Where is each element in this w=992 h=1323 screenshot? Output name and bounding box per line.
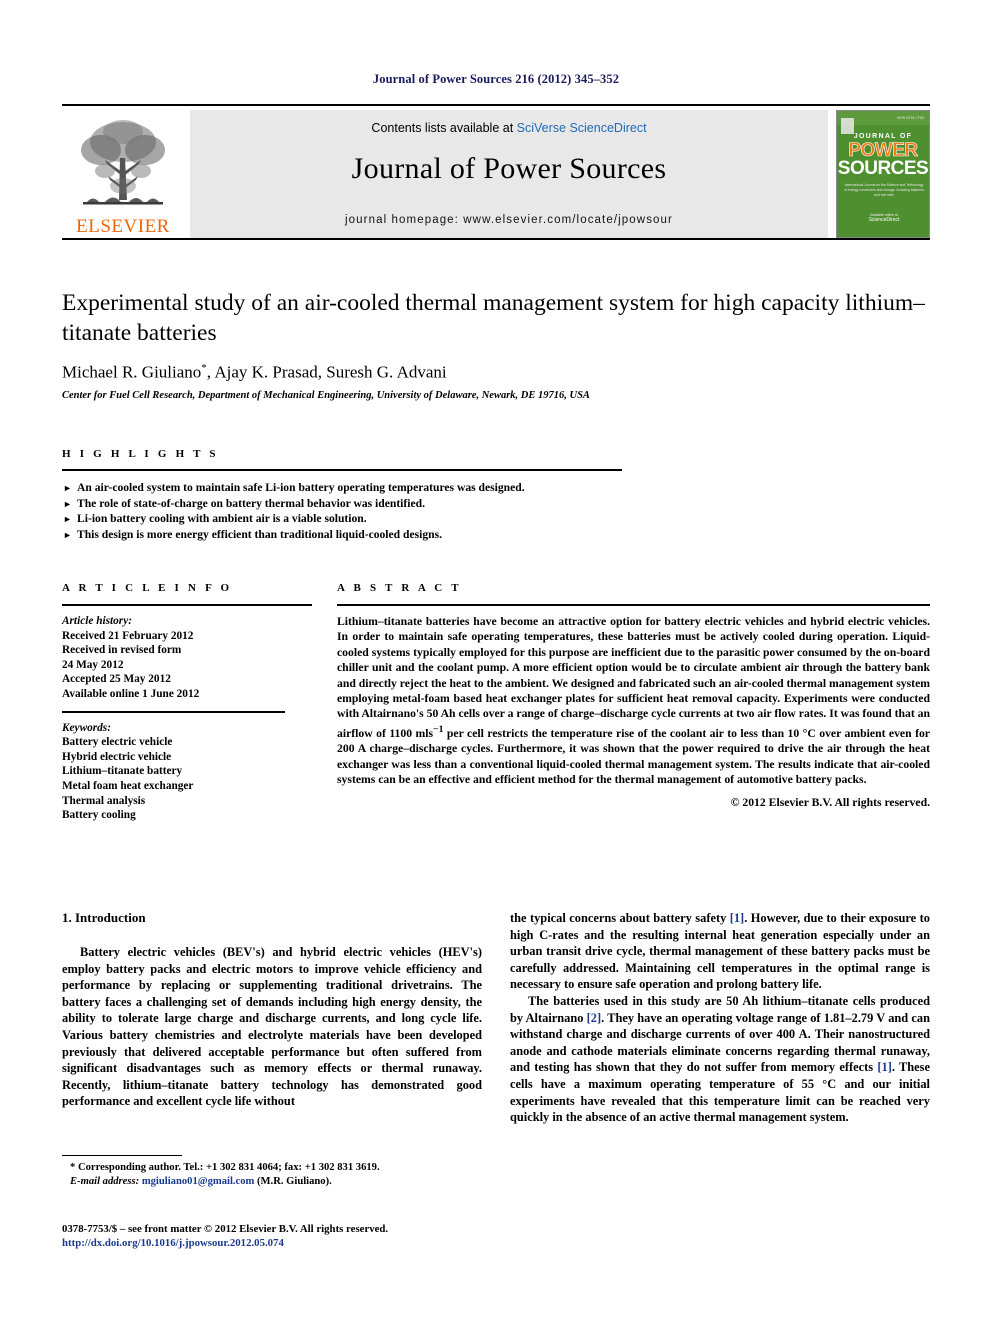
keyword-item: Hybrid electric vehicle xyxy=(62,750,172,763)
body-column-left: 1. Introduction Battery electric vehicle… xyxy=(62,910,482,1110)
sciencedirect-link[interactable]: SciVerse ScienceDirect xyxy=(517,121,647,135)
article-info-separator xyxy=(62,710,285,713)
journal-masthead: ELSEVIER Contents lists available at Sci… xyxy=(62,104,930,240)
journal-homepage-link[interactable]: journal homepage: www.elsevier.com/locat… xyxy=(190,214,828,226)
highlights-heading: H I G H L I G H T S xyxy=(62,448,219,460)
running-head: Journal of Power Sources 216 (2012) 345–… xyxy=(372,72,620,86)
list-item: ► The role of state-of-charge on battery … xyxy=(62,496,622,512)
footnote-rule xyxy=(62,1155,182,1156)
keywords-label: Keywords: xyxy=(62,721,111,734)
intro-paragraph-right-2: The batteries used in this study are 50 … xyxy=(510,993,930,1126)
bullet-arrow-icon: ► xyxy=(63,498,72,509)
elsevier-wordmark: ELSEVIER xyxy=(76,216,170,237)
journal-cover-thumbnail: ISSN 0378-7753 JOURNAL OF POWER SOURCES … xyxy=(836,110,930,238)
abstract-text: Lithium–titanate batteries have become a… xyxy=(337,614,930,787)
article-info-section: A R T I C L E I N F O Article history: R… xyxy=(62,582,312,823)
article-info-rule xyxy=(62,604,312,606)
journal-article-page: Journal of Power Sources 216 (2012) 345–… xyxy=(0,0,992,1323)
keyword-item: Lithium–titanate battery xyxy=(62,765,183,778)
article-history-label: Article history: xyxy=(62,615,132,627)
authors-rest: , Ajay K. Prasad, Suresh G. Advani xyxy=(206,362,447,382)
section-heading-introduction: 1. Introduction xyxy=(62,910,146,925)
citation-ref[interactable]: [2] xyxy=(587,1011,601,1025)
contents-available-line: Contents lists available at SciVerse Sci… xyxy=(190,121,828,135)
copyright-line: © 2012 Elsevier B.V. All rights reserved… xyxy=(730,796,930,810)
elsevier-tree-icon xyxy=(81,120,165,205)
masthead-center-panel: Contents lists available at SciVerse Sci… xyxy=(190,110,828,238)
history-line: Received in revised form xyxy=(62,644,182,657)
abstract-section: A B S T R A C T Lithium–titanate batteri… xyxy=(337,582,930,809)
paper-title: Experimental study of an air-cooled ther… xyxy=(62,290,925,346)
email-note: E-mail address: mgiuliano01@gmail.com (M… xyxy=(70,1175,482,1189)
affiliation: Center for Fuel Cell Research, Departmen… xyxy=(62,389,590,401)
cover-issn: ISSN 0378-7753 xyxy=(896,116,924,120)
cover-footer: Available online at ScienceDirect xyxy=(843,213,925,223)
para-text-a: the typical concerns about battery safet… xyxy=(510,911,730,925)
body-column-right: the typical concerns about battery safet… xyxy=(510,910,930,1126)
title-block: Experimental study of an air-cooled ther… xyxy=(62,288,930,401)
list-item: ► An air-cooled system to maintain safe L… xyxy=(62,480,622,496)
bullet-arrow-icon: ► xyxy=(63,514,72,524)
highlight-text: The role of state-of-charge on battery t… xyxy=(77,496,425,510)
bullet-arrow-icon: ► xyxy=(63,529,72,540)
cover-subtitle: International Journal on the Science and… xyxy=(844,183,924,197)
email-label: E-mail address: xyxy=(70,1176,140,1187)
citation-ref[interactable]: [1] xyxy=(730,911,744,925)
contents-prefix: Contents lists available at xyxy=(371,121,517,135)
citation-ref[interactable]: [1] xyxy=(877,1060,891,1074)
intro-paragraph-right-1: the typical concerns about battery safet… xyxy=(510,910,930,993)
keyword-item: Battery electric vehicle xyxy=(62,736,173,749)
cover-line-journal-of: JOURNAL OF xyxy=(853,133,913,140)
highlight-text: An air-cooled system to maintain safe Li… xyxy=(77,481,525,494)
email-owner: (M.R. Giuliano). xyxy=(257,1176,332,1187)
history-line: Accepted 25 May 2012 xyxy=(62,673,171,686)
highlight-text: Li-ion battery cooling with ambient air … xyxy=(77,512,367,525)
author-first: Michael R. Giuliano xyxy=(62,362,202,382)
highlights-list: ► An air-cooled system to maintain safe L… xyxy=(62,480,622,542)
keyword-item: Thermal analysis xyxy=(62,794,146,807)
footnote-block: * Corresponding author. Tel.: +1 302 831… xyxy=(62,1155,482,1189)
highlight-text: This design is more energy efficient tha… xyxy=(77,527,443,541)
list-item: ► Li-ion battery cooling with ambient air… xyxy=(62,511,622,527)
abstract-rule xyxy=(337,604,930,606)
keywords-block: Keywords: Battery electric vehicle Hybri… xyxy=(62,721,312,823)
journal-title: Journal of Power Sources xyxy=(351,152,667,185)
highlights-rule xyxy=(62,469,622,471)
intro-paragraph-left: Battery electric vehicles (BEV's) and hy… xyxy=(62,945,482,1109)
highlights-section: H I G H L I G H T S ► An air-cooled syste… xyxy=(62,448,622,542)
article-history-block: Article history: Received 21 February 20… xyxy=(62,614,312,702)
abstract-part-1: Lithium–titanate batteries have become a… xyxy=(337,615,930,740)
corresponding-author-note: * Corresponding author. Tel.: +1 302 831… xyxy=(70,1162,380,1173)
bullet-arrow-icon: ► xyxy=(63,483,72,493)
list-item: ► This design is more energy efficient th… xyxy=(62,527,622,543)
doi-link[interactable]: http://dx.doi.org/10.1016/j.jpowsour.201… xyxy=(62,1236,482,1250)
article-info-heading: A R T I C L E I N F O xyxy=(62,582,233,594)
issn-copyright-line: 0378-7753/$ – see front matter © 2012 El… xyxy=(62,1223,389,1235)
history-line: Available online 1 June 2012 xyxy=(62,687,200,700)
imprint-block: 0378-7753/$ – see front matter © 2012 El… xyxy=(62,1222,482,1250)
history-line: 24 May 2012 xyxy=(62,658,124,671)
cover-footer-big: ScienceDirect xyxy=(868,217,900,223)
history-line: Received 21 February 2012 xyxy=(62,629,194,642)
keyword-item: Battery cooling xyxy=(62,809,136,822)
author-list: Michael R. Giuliano*, Ajay K. Prasad, Su… xyxy=(62,362,930,383)
abstract-superscript: −1 xyxy=(433,723,444,735)
email-link[interactable]: mgiuliano01@gmail.com xyxy=(142,1176,255,1187)
abstract-heading: A B S T R A C T xyxy=(337,582,462,594)
keyword-item: Metal foam heat exchanger xyxy=(62,779,194,792)
cover-elsevier-mark xyxy=(841,118,854,134)
cover-line-sources: SOURCES xyxy=(837,158,929,179)
elsevier-logo: ELSEVIER xyxy=(62,110,184,238)
